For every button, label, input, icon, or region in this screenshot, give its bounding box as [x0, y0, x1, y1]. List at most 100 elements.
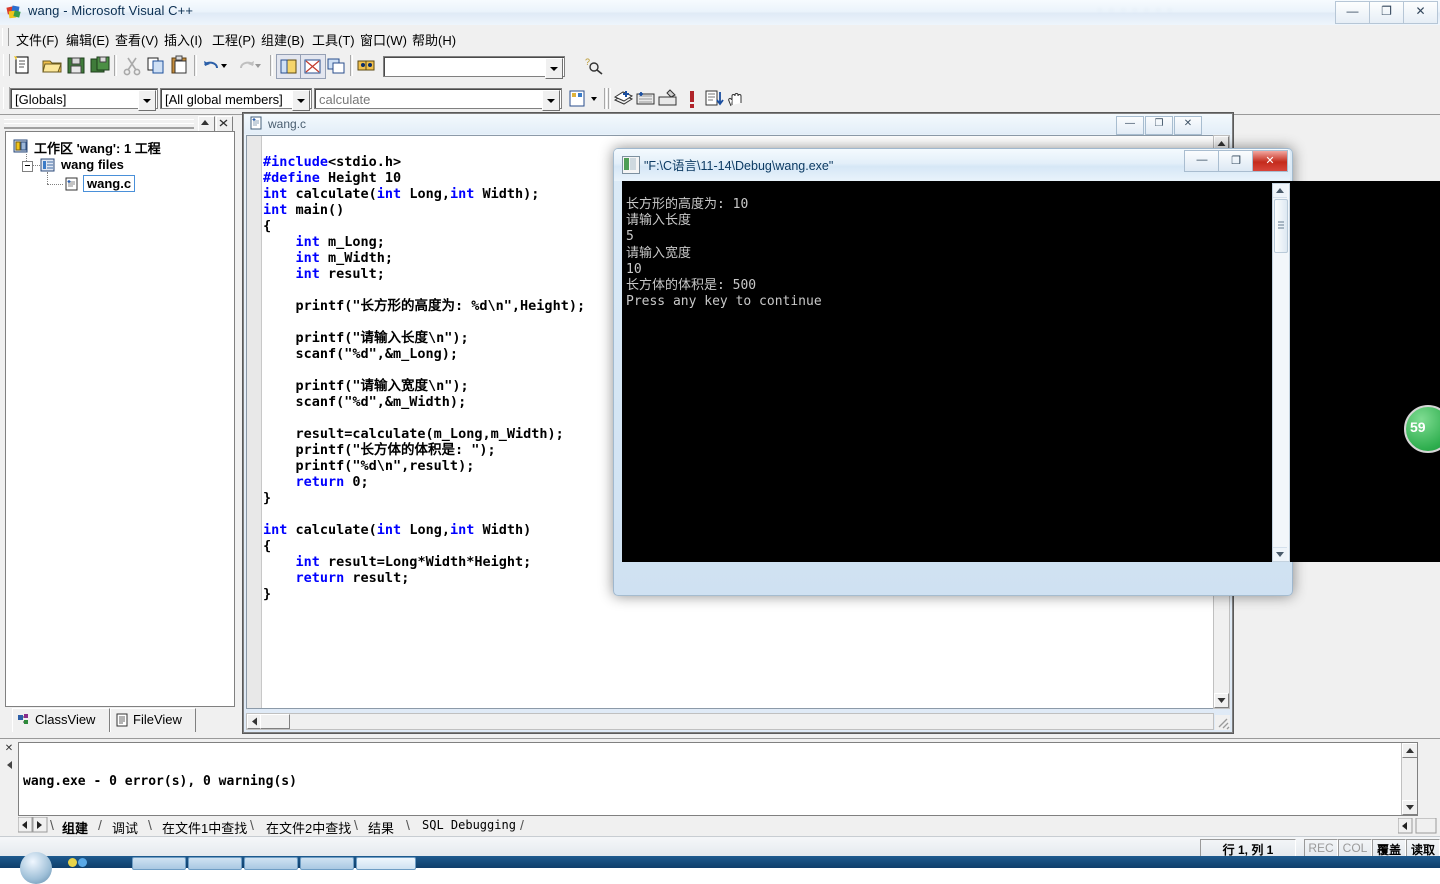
save-button[interactable] [64, 54, 88, 77]
find-search-button[interactable]: ? [582, 54, 606, 77]
console-window[interactable]: "F:\C语言\11-14\Debug\wang.exe" — ❐ ✕ 长方形的… [613, 148, 1440, 596]
wizardbar-dropdown-button[interactable] [588, 87, 600, 110]
output-close-button[interactable]: ✕ [3, 743, 15, 755]
taskbar-icon-1[interactable] [68, 858, 77, 867]
paste-button[interactable] [168, 54, 192, 77]
menu-file[interactable]: 文件(F) [12, 29, 63, 50]
taskbar-item-active[interactable] [356, 857, 416, 870]
menu-insert[interactable]: 插入(I) [160, 29, 206, 50]
console-vertical-scrollbar[interactable] [1272, 183, 1290, 562]
output-tab-find-in-files-2[interactable]: 在文件2中查找 [266, 818, 351, 837]
document-icon [250, 116, 262, 130]
output-tab-find-in-files-1[interactable]: 在文件1中查找 [162, 818, 247, 837]
menu-drag-grip[interactable] [2, 28, 9, 46]
code-line: return 0; [295, 473, 369, 490]
toolbar-separator-1 [114, 55, 117, 76]
undo-dropdown-button[interactable] [218, 54, 230, 77]
cut-button[interactable] [120, 54, 144, 77]
tree-workspace-root-label: 工作区 'wang': 1 工程 [34, 141, 161, 156]
console-scroll-down-button[interactable] [1273, 547, 1287, 561]
start-orb-icon[interactable] [20, 852, 52, 884]
workspace-tab-row: ClassView FileView [4, 708, 238, 732]
editor-scroll-down-button[interactable] [1214, 693, 1229, 708]
output-right-nav[interactable] [1397, 817, 1438, 834]
tree-file-label: wang.c [83, 175, 136, 192]
editor-selection-margin[interactable] [247, 136, 262, 708]
output-scroll-left-button[interactable] [3, 759, 15, 771]
workspace-toggle-button[interactable] [276, 54, 302, 79]
globals-dropdown-arrow[interactable] [138, 90, 156, 111]
console-scroll-thumb[interactable] [1274, 199, 1288, 253]
compile-button[interactable] [612, 87, 636, 110]
symbol-dropdown-arrow[interactable] [542, 90, 560, 111]
wizardbar-action-button[interactable] [566, 87, 590, 110]
output-scroll-up-button[interactable] [1402, 743, 1417, 758]
taskbar-icon-2[interactable] [78, 858, 87, 867]
workspace-pane-collapse-button[interactable] [198, 116, 215, 132]
build-execute-button[interactable] [656, 87, 680, 110]
insert-breakpoint-button[interactable] [724, 87, 748, 110]
editor-minimize-button[interactable]: — [1116, 116, 1144, 135]
editor-resize-grip[interactable] [1215, 715, 1230, 730]
find-in-files-button[interactable] [355, 54, 379, 77]
find-combo[interactable] [383, 56, 565, 79]
output-tab-results[interactable]: 结果 [368, 818, 394, 837]
taskbar-item-3[interactable] [244, 857, 298, 870]
output-tab-nav[interactable] [17, 816, 48, 833]
open-file-button[interactable] [40, 54, 64, 77]
new-file-button[interactable] [10, 54, 34, 77]
console-minimize-button[interactable]: — [1184, 150, 1220, 172]
taskbar-item-2[interactable] [188, 857, 242, 870]
taskbar-item-4[interactable] [300, 857, 354, 870]
globals-combo[interactable]: [Globals] [10, 88, 158, 111]
workspace-tree[interactable]: 工作区 'wang': 1 工程 wang files wang.c [5, 131, 235, 707]
window-list-button[interactable] [324, 54, 348, 77]
save-all-button[interactable] [88, 54, 112, 77]
console-close-button[interactable]: ✕ [1252, 150, 1288, 172]
symbol-combo[interactable]: calculate [314, 88, 562, 111]
window-title: wang - Microsoft Visual C++ [28, 3, 194, 18]
workspace-pane-close-button[interactable] [216, 116, 233, 132]
members-dropdown-arrow[interactable] [292, 90, 310, 111]
menu-project[interactable]: 工程(P) [208, 29, 259, 50]
menu-build[interactable]: 组建(B) [257, 29, 308, 50]
console-screen[interactable]: 长方形的高度为: 10 请输入长度 5 请输入宽度 10 长方体的体积是: 50… [622, 181, 1440, 562]
console-maximize-button[interactable]: ❐ [1218, 150, 1254, 172]
tab-fileview[interactable]: FileView [110, 708, 196, 732]
tab-classview[interactable]: ClassView [12, 708, 110, 732]
window-close-button[interactable]: ✕ [1403, 1, 1438, 24]
output-scroll-down-button[interactable] [1402, 800, 1417, 815]
menu-edit[interactable]: 编辑(E) [62, 29, 113, 50]
stop-build-button[interactable] [680, 87, 704, 110]
output-tab-debug[interactable]: 调试 [112, 818, 138, 837]
build-button[interactable] [634, 87, 658, 110]
output-tab-sql-debugging[interactable]: SQL Debugging [422, 818, 516, 832]
menu-view[interactable]: 查看(V) [111, 29, 162, 50]
window-minimize-button[interactable]: — [1335, 1, 1370, 24]
window-maximize-button[interactable]: ❐ [1369, 1, 1404, 24]
menu-help[interactable]: 帮助(H) [408, 29, 460, 50]
editor-close-button[interactable]: ✕ [1174, 116, 1202, 135]
output-tab-build[interactable]: 组建 [62, 818, 88, 837]
toolbar-drag-grip[interactable] [3, 54, 10, 76]
output-text-box[interactable]: wang.exe - 0 error(s), 0 warning(s) [18, 742, 1418, 816]
wizardbar-drag-grip[interactable] [3, 87, 10, 109]
code-line: int calculate(int Long,int Width) [263, 521, 532, 538]
menu-tools[interactable]: 工具(T) [308, 29, 359, 50]
output-toggle-button[interactable] [300, 54, 326, 79]
code-line: int result; [295, 265, 385, 282]
find-dropdown-arrow[interactable] [545, 58, 563, 79]
editor-restore-button[interactable]: ❐ [1145, 116, 1173, 135]
source-code-text[interactable]: #include<stdio.h> #define Height 10 int ca… [263, 154, 585, 602]
console-scroll-up-button[interactable] [1273, 184, 1287, 198]
menu-window[interactable]: 窗口(W) [356, 29, 411, 50]
symbol-value: calculate [319, 92, 371, 107]
members-combo[interactable]: [All global members] [160, 88, 312, 111]
editor-horizontal-scroll-thumb[interactable] [260, 714, 290, 729]
output-vertical-scrollbar[interactable] [1401, 743, 1417, 815]
go-button[interactable] [702, 87, 726, 110]
taskbar-item-1[interactable] [132, 857, 186, 870]
redo-dropdown-button[interactable] [252, 54, 264, 77]
editor-horizontal-scrollbar[interactable] [246, 713, 1214, 730]
copy-button[interactable] [144, 54, 168, 77]
